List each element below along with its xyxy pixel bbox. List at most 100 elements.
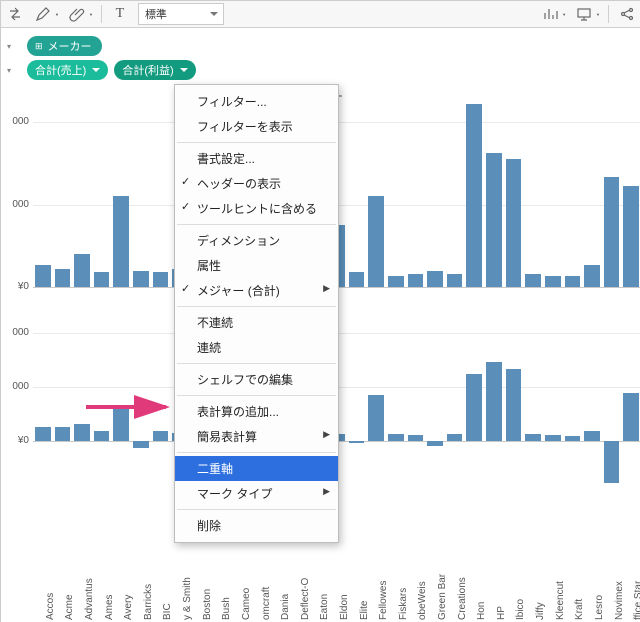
category-label: Eaton [319,594,321,620]
bar[interactable] [584,265,600,287]
menu-item[interactable]: ヘッダーの表示✓ [175,171,338,196]
rows-shelf[interactable]: ▾ 合計(売上) 合計(利益) [7,60,635,80]
menu-item[interactable]: 削除 [175,513,338,538]
shelf-dropdown-icon[interactable]: ▾ [7,66,21,75]
pill-measure-sales[interactable]: 合計(売上) [27,60,108,80]
bar[interactable] [486,153,502,287]
style-select[interactable]: 標準 [138,3,224,25]
bar[interactable] [565,276,581,287]
bar[interactable] [74,254,90,287]
menu-separator [177,306,336,307]
bar[interactable] [604,441,620,483]
category-label: Advantus [84,578,86,620]
category-label: Ibico [515,599,517,620]
bar[interactable] [368,196,384,288]
category-label: Dania [280,594,282,620]
bar[interactable] [55,427,71,441]
category-label: Ames [104,594,106,620]
menu-item[interactable]: 簡易表計算▶ [175,424,338,449]
category-label: Novimex [614,581,616,620]
dimension-icon: ⊞ [35,41,43,52]
bar[interactable] [623,186,639,287]
check-icon: ✓ [181,200,190,213]
bar[interactable] [94,272,110,287]
menu-item[interactable]: ディメンション [175,228,338,253]
menu-item[interactable]: 属性 [175,253,338,278]
bar[interactable] [55,269,71,287]
menu-item[interactable]: フィルター... [175,89,338,114]
y-tick-label: ¥0 [18,281,29,292]
category-label: Barricks [143,584,145,620]
bar[interactable] [506,159,522,287]
y-tick-label: 000 [12,199,29,210]
category-label: BIC [162,603,164,620]
bar[interactable] [74,424,90,441]
pill-measure-profit[interactable]: 合計(利益) [114,60,195,80]
bar[interactable] [466,104,482,287]
swap-icon[interactable] [5,4,25,24]
menu-item[interactable]: ツールヒントに含める✓ [175,196,338,221]
bar[interactable] [133,441,149,448]
bar[interactable] [368,395,384,441]
menu-item[interactable]: 表計算の追加... [175,399,338,424]
menu-separator [177,452,336,453]
bar[interactable] [35,265,51,287]
category-label: ffice Star [633,581,635,620]
presentation-icon[interactable] [574,4,594,24]
bar[interactable] [466,374,482,441]
bar[interactable] [427,271,443,287]
category-label: Acme [64,594,66,620]
category-label: Elite [359,601,361,620]
bar[interactable] [349,441,365,443]
category-label: Fiskars [398,588,400,620]
menu-item[interactable]: マーク タイプ▶ [175,481,338,506]
pill-dimension-maker[interactable]: ⊞ メーカー [27,36,102,56]
clip-icon[interactable] [67,4,87,24]
bar[interactable] [35,427,51,441]
menu-separator [177,509,336,510]
share-icon[interactable] [617,4,637,24]
bar[interactable] [153,431,169,441]
bar[interactable] [565,436,581,441]
category-label: obeWeis [417,581,419,620]
bar[interactable] [153,272,169,287]
bar[interactable] [94,431,110,441]
bar[interactable] [584,431,600,441]
menu-item[interactable]: 連続 [175,335,338,360]
bar[interactable] [427,441,443,446]
bar[interactable] [623,393,639,441]
columns-shelf[interactable]: ▾ ⊞ メーカー [7,36,635,56]
bar[interactable] [525,434,541,441]
bar[interactable] [408,274,424,287]
shelf-dropdown-icon[interactable]: ▾ [7,42,21,51]
bar[interactable] [133,271,149,287]
toolbar-separator [608,5,609,23]
text-tool-icon[interactable]: T [110,4,130,24]
bar[interactable] [506,369,522,441]
bar[interactable] [408,435,424,441]
bar[interactable] [545,276,561,287]
bar[interactable] [113,405,129,441]
bars-icon[interactable] [540,4,560,24]
pill-label: 合計(売上) [35,62,86,78]
bar[interactable] [525,274,541,287]
bar[interactable] [388,276,404,287]
menu-item[interactable]: シェルフでの編集 [175,367,338,392]
pencil-icon[interactable] [33,4,53,24]
bar[interactable] [447,434,463,441]
menu-item[interactable]: フィルターを表示 [175,114,338,139]
bar[interactable] [545,435,561,441]
menu-item[interactable]: メジャー (合計)✓▶ [175,278,338,303]
menu-item[interactable]: 不連続 [175,310,338,335]
bar[interactable] [486,362,502,441]
bar[interactable] [388,434,404,441]
menu-item[interactable]: 二重軸 [175,456,338,481]
bar[interactable] [447,274,463,287]
bar[interactable] [604,177,620,287]
toolbar: ▼ ▼ T 標準 ▼ ▼ [1,1,640,28]
category-label: Deflect-O [300,578,302,620]
category-label: Accos [45,593,47,620]
bar[interactable] [113,196,129,288]
menu-item[interactable]: 書式設定... [175,146,338,171]
bar[interactable] [349,272,365,287]
